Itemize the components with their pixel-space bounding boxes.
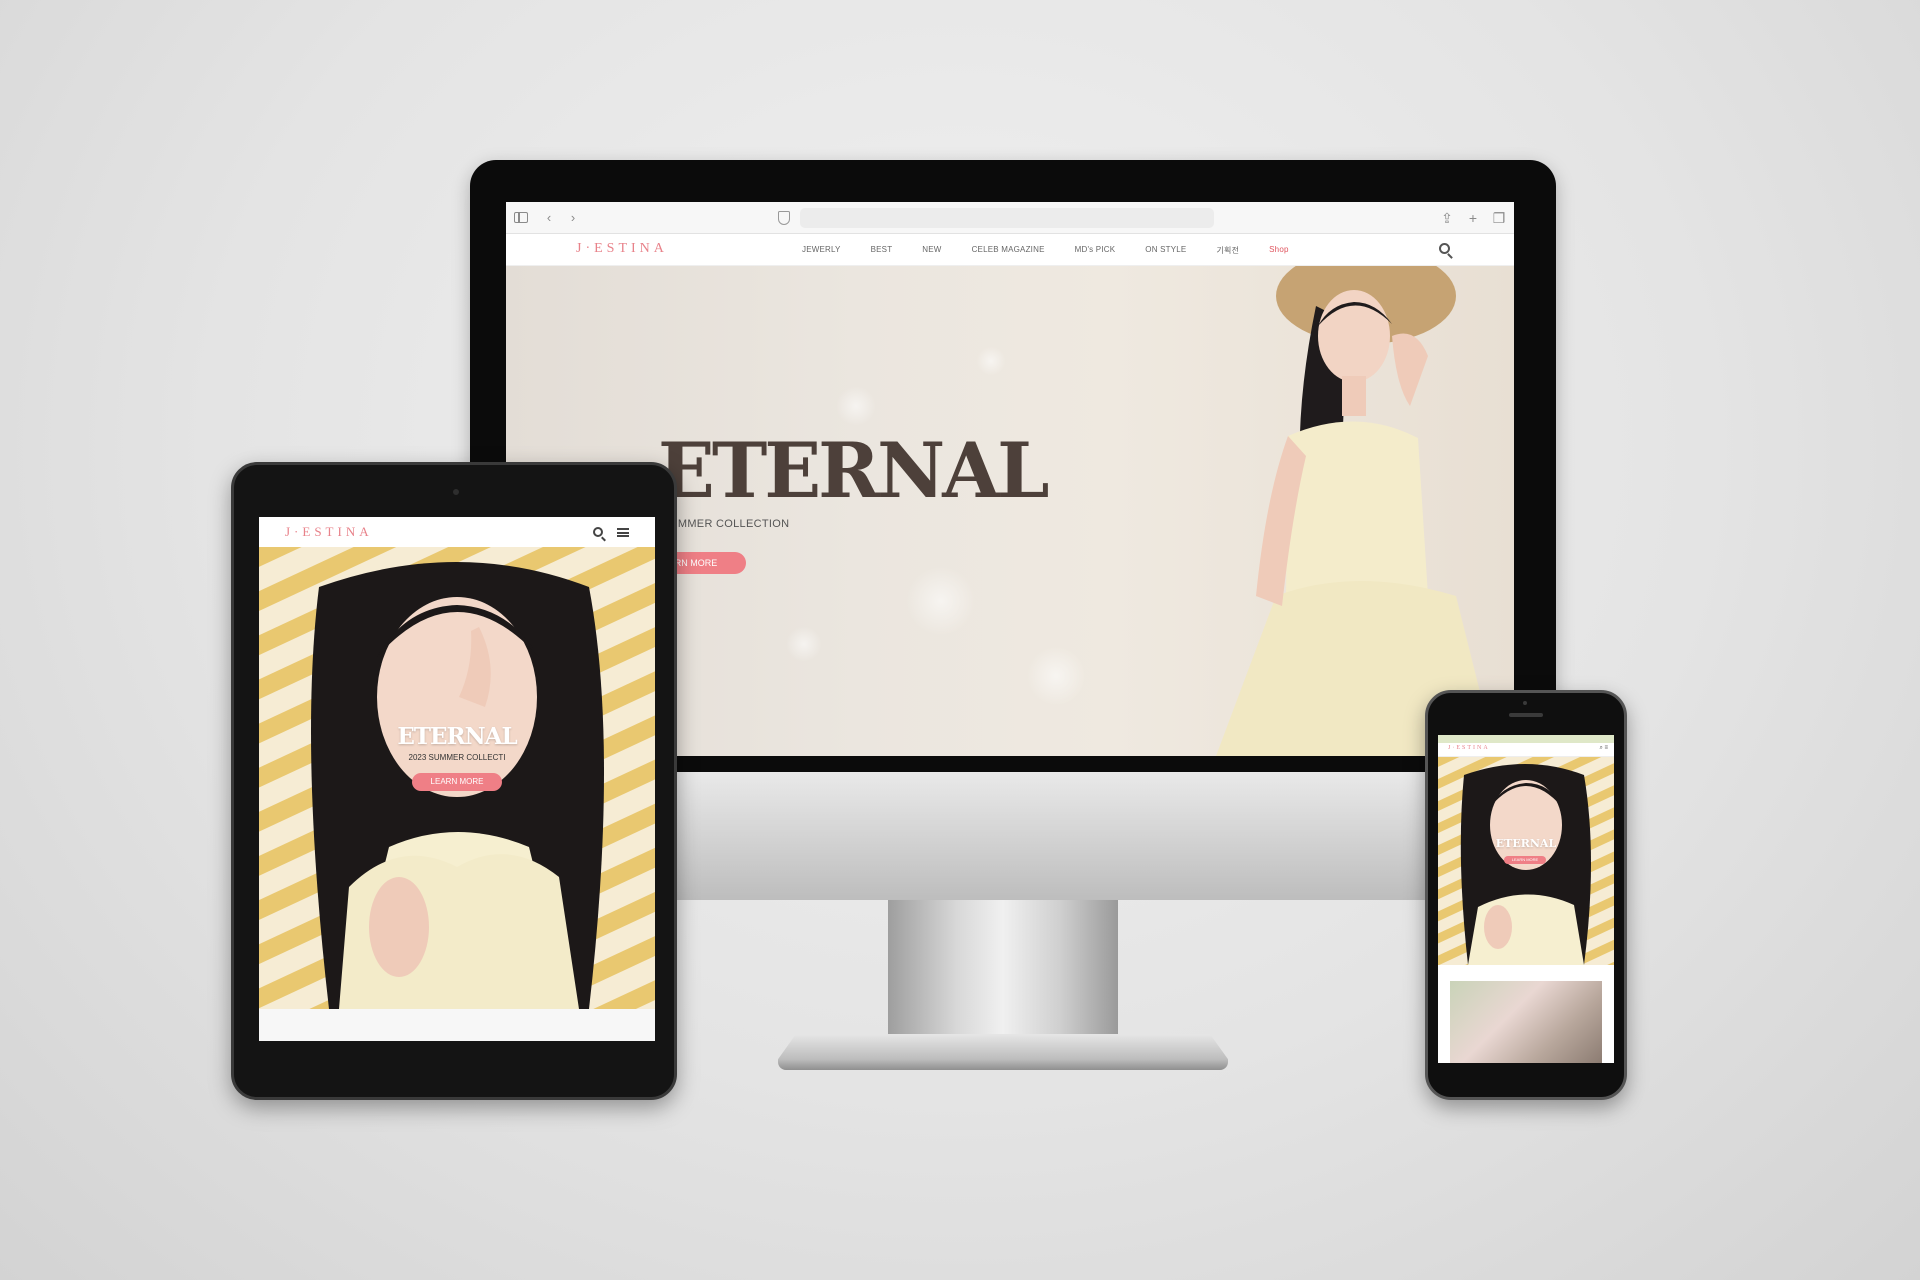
nav-item-new[interactable]: NEW xyxy=(922,245,941,256)
monitor-stand-base xyxy=(778,1034,1228,1070)
nav-item-exhibition[interactable]: 기획전 xyxy=(1216,245,1239,256)
search-icon[interactable] xyxy=(593,527,603,537)
share-icon[interactable]: ⇪ xyxy=(1440,211,1454,225)
browser-actions: ⇪ + ❐ xyxy=(1440,211,1506,225)
learn-more-button[interactable]: LEARN MORE xyxy=(412,773,502,791)
nav-item-on-style[interactable]: ON STYLE xyxy=(1145,245,1186,256)
hero-subtitle: SUMMER COLLECTION xyxy=(662,518,790,530)
bokeh-light xyxy=(836,386,876,426)
hero-title: ETERNAL xyxy=(1495,837,1557,850)
phone-speaker xyxy=(1509,713,1543,717)
forward-icon[interactable]: › xyxy=(566,210,580,225)
monitor-stand-neck xyxy=(888,900,1118,1038)
hero-title: ETERNAL xyxy=(658,426,1049,515)
learn-more-button[interactable]: LEARN MORE xyxy=(1504,856,1546,864)
phone-camera xyxy=(1523,701,1527,705)
phone-promo-card[interactable] xyxy=(1450,981,1602,1063)
phone-device: J·ESTINA ⌕ ≡ ETERNAL LEARN MORE xyxy=(1425,690,1627,1100)
phone-status-bar xyxy=(1438,735,1614,743)
hero-subtitle: 2023 SUMMER COLLECTI xyxy=(408,753,506,762)
brand-logo[interactable]: J·ESTINA xyxy=(285,524,373,540)
menu-icon[interactable] xyxy=(617,528,629,537)
nav-item-mds-pick[interactable]: MD's PICK xyxy=(1075,245,1116,256)
tablet-header: J·ESTINA xyxy=(259,517,655,547)
nav-item-shop[interactable]: Shop xyxy=(1269,245,1288,256)
bokeh-light xyxy=(976,346,1006,376)
back-icon[interactable]: ‹ xyxy=(542,210,556,225)
phone-header-icons: ⌕ ≡ xyxy=(1599,745,1608,752)
tablet-device: J·ESTINA ETERNAL 2023 SUMMER COLLECTI LE… xyxy=(231,462,677,1100)
tablet-footer xyxy=(259,1009,655,1041)
nav-item-jewerly[interactable]: JEWERLY xyxy=(802,245,841,256)
search-icon[interactable] xyxy=(1439,243,1450,254)
site-header: J·ESTINA JEWERLY BEST NEW CELEB MAGAZINE… xyxy=(506,234,1514,266)
bokeh-light xyxy=(786,626,822,662)
tablet-hero: ETERNAL 2023 SUMMER COLLECTI LEARN MORE xyxy=(259,547,655,1009)
search-icon[interactable]: ⌕ xyxy=(1599,745,1602,751)
address-bar[interactable] xyxy=(800,208,1214,228)
phone-header: J·ESTINA ⌕ ≡ xyxy=(1438,743,1614,757)
bokeh-light xyxy=(906,566,976,636)
model-photo xyxy=(1216,266,1496,756)
tabs-icon[interactable]: ❐ xyxy=(1492,211,1506,225)
hero-title: ETERNAL xyxy=(397,723,517,750)
browser-toolbar: ‹ › ⇪ + ❐ xyxy=(506,202,1514,234)
sidebar-icon[interactable] xyxy=(514,212,528,223)
new-tab-icon[interactable]: + xyxy=(1466,211,1480,225)
bokeh-light xyxy=(1026,646,1086,706)
tablet-screen: J·ESTINA ETERNAL 2023 SUMMER COLLECTI LE… xyxy=(259,517,655,1041)
nav-item-best[interactable]: BEST xyxy=(871,245,893,256)
phone-hero: ETERNAL LEARN MORE xyxy=(1438,757,1614,965)
brand-logo[interactable]: J·ESTINA xyxy=(1448,745,1490,751)
brand-logo[interactable]: J·ESTINA xyxy=(576,241,668,257)
shield-icon[interactable] xyxy=(778,211,790,225)
phone-screen: J·ESTINA ⌕ ≡ ETERNAL LEARN MORE xyxy=(1438,735,1614,1063)
tablet-camera xyxy=(453,489,459,495)
main-nav: JEWERLY BEST NEW CELEB MAGAZINE MD's PIC… xyxy=(802,245,1319,256)
nav-item-celeb-magazine[interactable]: CELEB MAGAZINE xyxy=(972,245,1045,256)
menu-icon[interactable]: ≡ xyxy=(1604,745,1608,751)
